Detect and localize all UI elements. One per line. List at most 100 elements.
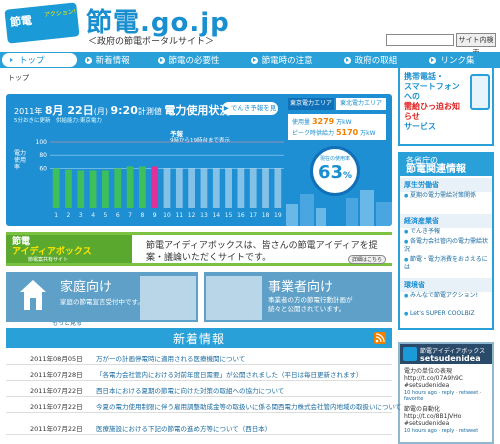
business-title: 事業者向け [268,280,334,295]
news-link[interactable]: 今夏の電力使用制限に伴う雇用調整助成金等の取扱いに係る関西電力株式会社管内地域の… [96,401,401,411]
chart-xtick-label: 18 [262,212,270,219]
avatar[interactable] [403,347,417,361]
house-icon [20,280,46,310]
chart-bar [114,168,122,208]
news-link[interactable]: 医療施設における下記の節電の進め方等について（西日本） [96,423,271,433]
tab-tokyo-area[interactable]: 東京電力エリア [288,98,334,110]
home-section-banner[interactable]: 家庭向け 家庭の節電宣言受付中です。 [6,272,198,322]
peak-supply-unit: 万kW [360,130,376,137]
chart-xtick-label: 11 [175,212,183,219]
usage-stats: 使用量 3279 万kW ピーク時供給力 5170 万kW [288,114,386,140]
chart-bar [163,168,171,208]
search-input[interactable] [386,34,454,46]
forecast-button[interactable]: ▶ でんき予報を見る [222,102,278,125]
news-item: 2011年07月22日 医療施設における下記の節電の進め方等について（西日本） [6,420,392,435]
rss-icon[interactable] [374,332,386,344]
chart-xtick-label: 1 [54,212,58,219]
ministry-link[interactable]: 各電力会社管内の電力需給状況 [404,238,490,254]
chart-bar [212,168,220,208]
business-section-banner[interactable]: 事業者向け 事業者の方の節電行動計画が 続々と公開されています。 [204,272,392,322]
tweet-meta[interactable]: 10 hours ago · reply · retweet [404,428,490,434]
nav-item-top[interactable]: トップ [2,53,77,67]
news-list: 2011年08月05日 万が一の計画停電時に適用される医療機関について 2011… [6,350,401,444]
chart-ylabel: 電力使用率 [14,150,27,171]
peak-supply-label: ピーク時供給力 [292,130,335,137]
chart-xtick-label: 13 [200,212,208,219]
mobile-alert-banner[interactable]: 携帯電話・ スマートフォンへの 需給ひっ迫お知らせ サービス [398,66,494,146]
ministry-link[interactable]: Let's SUPER COOLBIZ [404,310,490,318]
mobile-alert-text: 携帯電話・ スマートフォンへの 需給ひっ迫お知らせ サービス [404,72,466,132]
search-button[interactable]: サイト内検索 [456,33,496,57]
chart-bar [65,169,72,208]
usage-chart: 60801001 2 3 4 5 6 7 8 9 10 11 12 13 14 15 16 17 18 19 [36,139,284,219]
chart-bar [175,168,183,208]
idea-logo-line1: 節電 [12,237,31,247]
chart-xtick-label: 17 [249,212,257,219]
news-link[interactable]: 西日本における夏期の節電に向けた対策の取組への協力について [96,385,284,395]
chart-bar [89,170,97,208]
ministry-header-line2: 節電関連情報 [406,164,466,175]
tweet-text[interactable]: 電力の単位の表現 http://t.co/07A9h9C #setsudenid… [404,368,490,389]
usage-time: 9:20 [110,104,138,117]
mobile-line3: 需給ひっ迫お知らせ [404,102,460,121]
chart-xtick-label: 7 [128,212,132,219]
nav-item-news[interactable]: 新着情報 [79,52,152,68]
ministry-link[interactable]: 節電・電力消費をおさえるには [404,256,490,272]
chart-ytick-label: 80 [39,152,47,159]
usage-heading: 電力使用状況 [164,104,231,117]
nav-item-cautions[interactable]: 節電時の注意 [245,52,338,68]
idea-details-button[interactable]: 詳細はこちら [348,255,386,264]
twitter-header: 節電アイディアボックス setsudenidea [400,344,492,364]
nav-item-necessity[interactable]: 節電の必要性 [152,52,245,68]
tweet-meta[interactable]: 10 hours ago · reply · retweet · favorit… [404,390,490,402]
news-date: 2011年07月22日 [30,403,83,411]
chart-bar [52,168,60,208]
chart-bar [262,168,269,208]
usage-year: 2011年 [14,107,43,116]
news-date: 2011年08月05日 [30,355,83,363]
arrow-icon [250,56,258,64]
chart-bar [126,166,134,208]
home-title: 家庭向け [60,280,113,295]
usage-rate-gauge: 現在の使用率 63% [310,146,360,196]
chart-bar [77,170,85,208]
ministry-link[interactable]: みんなで節電アクション! [404,292,490,300]
chart-bar [200,168,208,208]
news-item: 2011年07月22日 西日本における夏期の節電に向けた対策の取組への協力につい… [6,382,392,397]
logo-text: 節電 [9,13,33,30]
chart-xtick-label: 3 [79,212,83,219]
tab-tohoku-area[interactable]: 東北電力エリア [336,98,386,110]
chart-bar [102,170,109,208]
idea-logo-text: 節電 アイディアボックス [12,237,92,257]
twitter-username[interactable]: setsudenidea [420,354,481,363]
mobile-line4: サービス [404,122,436,131]
chart-bar [151,166,159,208]
idea-logo-sub: 節電案共有サイト [28,257,69,263]
chart-xtick-label: 10 [163,212,171,219]
chart-xtick-label: 6 [116,212,120,219]
news-link[interactable]: 万が一の計画停電時に適用される医療機関について [96,353,245,363]
news-link[interactable]: 「各電力会社管内における対前年度日需要」が公開されました（平日は毎日更新されます… [96,369,363,379]
site-subtitle: ＜政府の節電ポータルサイト＞ [88,37,215,47]
chart-xtick-label: 9 [153,212,157,219]
tweet-text[interactable]: 節電の自動化 http://t.co/8B1JVHo #setsudenidea [404,406,490,427]
ministry-link[interactable]: でんき予報 [404,228,490,236]
power-usage-panel: 2011年 8月 22日(月) 9:20計測値 電力使用状況 5分おきに更新 供… [6,94,392,226]
mobile-line2: スマートフォンへの [404,82,460,101]
news-item: 2011年07月22日 今夏の電力使用制限に伴う雇用調整助成金等の取扱いに係る関… [6,398,401,413]
chart-xtick-label: 15 [225,212,233,219]
ministry-links-box: 各省庁の 節電関連情報 厚生労働省 夏期の電力需給対策関係 経済産業省 でんき予… [398,152,494,330]
chart-bar [274,168,282,208]
mobile-line1: 携帯電話・ [404,72,444,81]
ministry-link[interactable]: 夏期の電力需給対策関係 [404,192,490,200]
twitter-widget: 節電アイディアボックス setsudenidea 電力の単位の表現 http:/… [398,342,494,444]
chart-bar [225,168,232,208]
nav-label: 節電の必要性 [168,56,220,66]
news-item: 2011年08月05日 万が一の計画停電時に適用される医療機関について [6,350,392,365]
chart-xtick-label: 16 [237,212,245,219]
chart-xtick-label: 19 [274,212,282,219]
news-date: 2011年07月28日 [30,371,83,379]
chart-xtick-label: 4 [91,212,95,219]
news-header: 新着情報 [6,328,392,348]
idea-box-banner[interactable]: 節電 アイディアボックス 節電案共有サイト 節電アイディアボックスは、皆さんの節… [6,232,392,266]
